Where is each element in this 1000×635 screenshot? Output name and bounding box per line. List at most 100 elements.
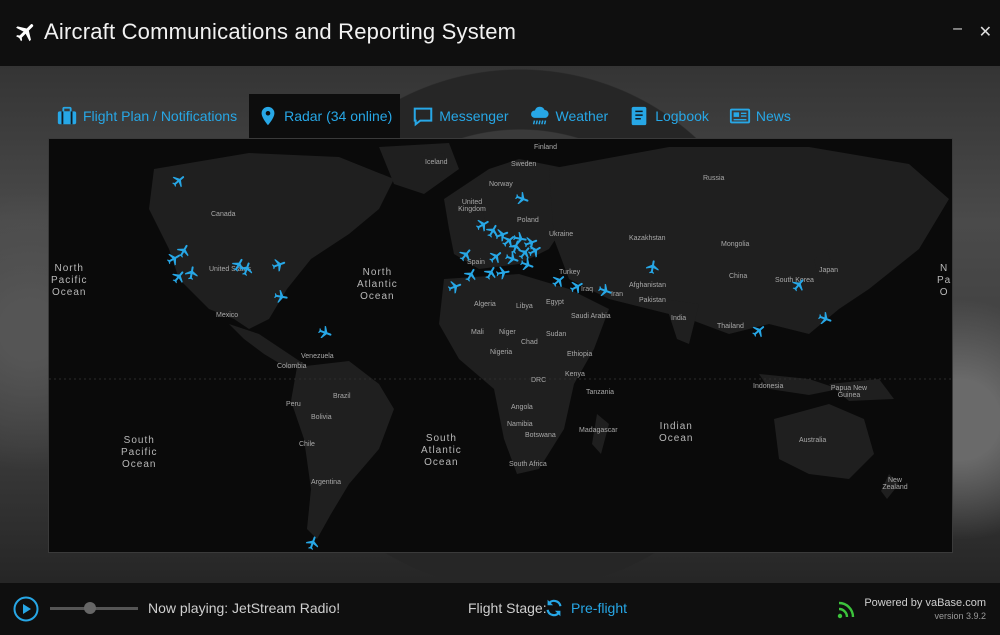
country-label: South Africa: [509, 461, 547, 468]
country-label: Iceland: [425, 159, 448, 166]
country-label: Chile: [299, 441, 315, 448]
tab-label: Weather: [555, 108, 609, 124]
volume-slider-handle[interactable]: [83, 602, 96, 614]
country-label: Saudi Arabia: [571, 313, 611, 320]
aircraft-marker-icon[interactable]: [488, 249, 504, 265]
country-label: Egypt: [546, 299, 564, 306]
tab-logbook[interactable]: Logbook: [620, 94, 717, 138]
tab-news[interactable]: News: [721, 94, 799, 138]
radar-map[interactable]: North Pacific Ocean North Atlantic Ocean Sou…: [48, 138, 953, 553]
aircraft-marker-icon[interactable]: [483, 265, 499, 281]
ocean-label: South Pacific Ocean: [121, 435, 158, 470]
country-label: Venezuela: [301, 353, 334, 360]
country-label: Nigeria: [490, 349, 513, 356]
country-label: Sudan: [546, 331, 567, 338]
country-label: Tanzania: [586, 389, 615, 396]
country-label: Colombia: [277, 363, 307, 370]
tab-label: Radar (34 online): [284, 108, 393, 124]
ocean-label: North Pacific Ocean: [51, 263, 88, 298]
powered-by: Powered by vaBase.com: [864, 597, 986, 609]
aircraft-marker-icon[interactable]: [305, 535, 321, 551]
aircraft-marker-icon[interactable]: [751, 323, 767, 339]
aircraft-marker-icon[interactable]: [551, 273, 567, 289]
tab-label: Messenger: [439, 108, 509, 124]
aircraft-marker-icon[interactable]: [519, 257, 535, 273]
aircraft-marker-icon[interactable]: [239, 261, 255, 277]
country-label: Angola: [511, 404, 533, 411]
aircraft-marker-icon[interactable]: [184, 265, 200, 281]
country-label: Australia: [799, 437, 827, 444]
flight-stage-value: Pre-flight: [571, 600, 628, 616]
country-label: Kazakhstan: [629, 235, 666, 242]
refresh-icon: [543, 597, 565, 619]
ocean-label: Indian Ocean: [659, 421, 694, 444]
app-title: Aircraft Communications and Reporting Sy…: [44, 19, 517, 44]
newspaper-icon: [729, 105, 751, 127]
aircraft-marker-icon[interactable]: [463, 267, 479, 283]
country-label: Mongolia: [721, 241, 750, 248]
country-label: Mexico: [216, 312, 239, 319]
country-label: Brazil: [333, 393, 351, 400]
aircraft-marker-icon[interactable]: [273, 289, 289, 305]
country-label: United Kingdom: [458, 199, 486, 213]
country-label: Canada: [211, 211, 236, 218]
country-label: Norway: [489, 181, 513, 188]
briefcase-icon: [56, 105, 78, 127]
tab-radar[interactable]: Radar (34 online): [249, 94, 401, 138]
country-label: Algeria: [474, 301, 496, 308]
country-label: Madagascar: [579, 427, 618, 434]
aircraft-marker-icon[interactable]: [447, 279, 463, 295]
ocean-label: N Pa O: [937, 263, 952, 298]
tab-flight-plan[interactable]: Flight Plan / Notifications: [48, 94, 245, 138]
country-label: Papua New Guinea: [830, 385, 868, 399]
chat-icon: [412, 105, 434, 127]
aircraft-marker-icon[interactable]: [514, 191, 530, 207]
country-label: Libya: [516, 303, 533, 310]
country-label: Japan: [819, 267, 839, 274]
country-label: Ethiopia: [567, 351, 593, 358]
aircraft-marker-icon[interactable]: [166, 251, 182, 267]
country-label: Bolivia: [311, 414, 332, 421]
country-label: China: [729, 273, 748, 280]
aircraft-marker-icon[interactable]: [458, 247, 474, 263]
connection-signal-icon: [837, 601, 855, 619]
country-label: Thailand: [717, 323, 744, 330]
aircraft-marker-icon[interactable]: [645, 259, 661, 275]
aircraft-marker-icon[interactable]: [171, 173, 187, 189]
status-bar: Now playing: JetStream Radio! Flight Sta…: [0, 583, 1000, 635]
minimize-button[interactable]: –: [953, 20, 962, 38]
flight-stage-label: Flight Stage:: [468, 600, 547, 616]
tab-weather[interactable]: Weather: [521, 94, 617, 138]
aircraft-marker-icon[interactable]: [597, 283, 613, 299]
close-button[interactable]: ✕: [979, 22, 992, 42]
country-label: Sweden: [511, 161, 537, 168]
country-label: Afghanistan: [629, 282, 666, 289]
cloud-rain-icon: [529, 105, 551, 127]
book-icon: [628, 105, 650, 127]
play-button[interactable]: [13, 596, 39, 622]
country-label: India: [671, 315, 687, 322]
country-label: Mali: [471, 329, 484, 336]
tab-messenger[interactable]: Messenger: [404, 94, 516, 138]
country-label: Indonesia: [753, 383, 784, 390]
tab-label: Flight Plan / Notifications: [83, 108, 238, 124]
aircraft-marker-icon[interactable]: [791, 277, 807, 293]
airplane-logo-icon: [14, 20, 38, 44]
country-label: Ukraine: [549, 231, 574, 238]
map-pin-icon: [257, 105, 279, 127]
country-label: Peru: [286, 401, 301, 408]
ocean-label: North Atlantic Ocean: [357, 267, 398, 302]
country-label: New Zealand: [882, 477, 908, 491]
world-landmass: [49, 143, 952, 539]
play-icon: [13, 596, 39, 622]
aircraft-marker-icon[interactable]: [817, 311, 833, 327]
aircraft-marker-icon[interactable]: [317, 325, 333, 341]
version-text: version 3.9.2: [934, 611, 986, 621]
ocean-label: South Atlantic Ocean: [421, 433, 462, 468]
aircraft-marker-icon[interactable]: [271, 257, 287, 273]
tab-label: Logbook: [655, 108, 709, 124]
country-label: Finland: [534, 144, 557, 151]
country-label: Kenya: [565, 371, 585, 378]
aircraft-marker-icon[interactable]: [569, 279, 585, 295]
country-label: Argentina: [311, 479, 341, 486]
